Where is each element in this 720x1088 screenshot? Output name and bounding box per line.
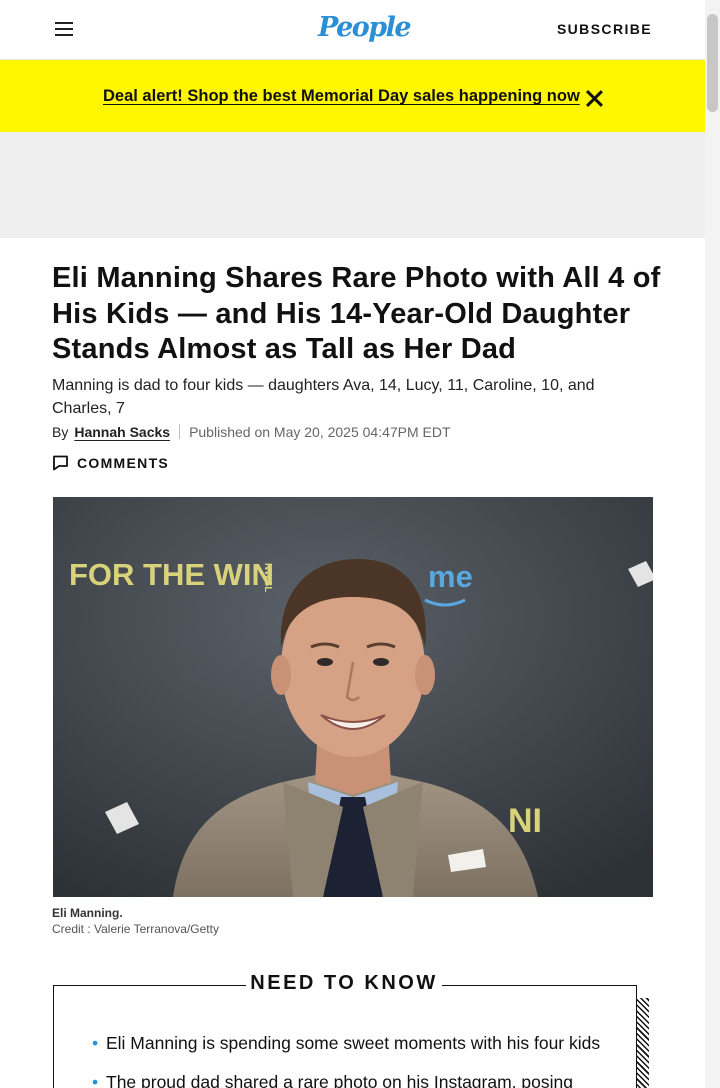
- people-logo[interactable]: People: [318, 12, 412, 43]
- need-to-know-list: Eli Manning is spending some sweet momen…: [92, 1031, 622, 1088]
- byline-divider: [179, 424, 181, 439]
- publish-date: Published on May 20, 2025 04:47PM EDT: [189, 424, 451, 440]
- close-icon[interactable]: [585, 89, 603, 107]
- hamburger-menu-icon[interactable]: [54, 22, 76, 38]
- site-header: People SUBSCRIBE: [0, 0, 705, 60]
- article-headline: Eli Manning Shares Rare Photo with All 4…: [52, 262, 661, 365]
- eli-manning-photo: FOR THE WIN NWSL me NI: [53, 497, 653, 897]
- comments-label: COMMENTS: [77, 455, 170, 471]
- backdrop-logo-left: FOR THE WIN NWSL: [69, 557, 274, 592]
- caption-title: Eli Manning.: [52, 906, 123, 920]
- article-hero-image: FOR THE WIN NWSL me NI: [53, 497, 653, 897]
- svg-text:FOR THE WIN: FOR THE WIN: [69, 557, 274, 592]
- ad-slot: [0, 132, 705, 238]
- scrollbar-thumb[interactable]: [707, 14, 718, 112]
- article-subheadline: Manning is dad to four kids — daughters …: [52, 377, 595, 417]
- comments-button[interactable]: COMMENTS: [52, 455, 169, 471]
- author-link[interactable]: Hannah Sacks: [74, 424, 170, 440]
- byline-prefix: By: [52, 424, 69, 440]
- backdrop-brand: me: [428, 559, 473, 594]
- photo-caption: Eli Manning. Credit : Valerie Terranova/…: [52, 905, 219, 937]
- comment-icon: [53, 455, 68, 471]
- backdrop-logo-bottom: NI: [508, 802, 542, 840]
- deal-alert-banner: Deal alert! Shop the best Memorial Day s…: [0, 60, 705, 132]
- scrollbar-track[interactable]: [705, 0, 720, 1088]
- list-item: The proud dad shared a rare photo on his…: [92, 1070, 622, 1088]
- list-item: Eli Manning is spending some sweet momen…: [92, 1031, 622, 1055]
- svg-text:NWSL: NWSL: [262, 563, 273, 592]
- deal-alert-link[interactable]: Deal alert! Shop the best Memorial Day s…: [103, 87, 580, 106]
- need-to-know-title: NEED TO KNOW: [246, 972, 442, 995]
- subscribe-button[interactable]: SUBSCRIBE: [557, 21, 652, 37]
- photo-credit: Credit : Valerie Terranova/Getty: [52, 922, 219, 936]
- byline: By Hannah Sacks Published on May 20, 2025 …: [52, 424, 451, 440]
